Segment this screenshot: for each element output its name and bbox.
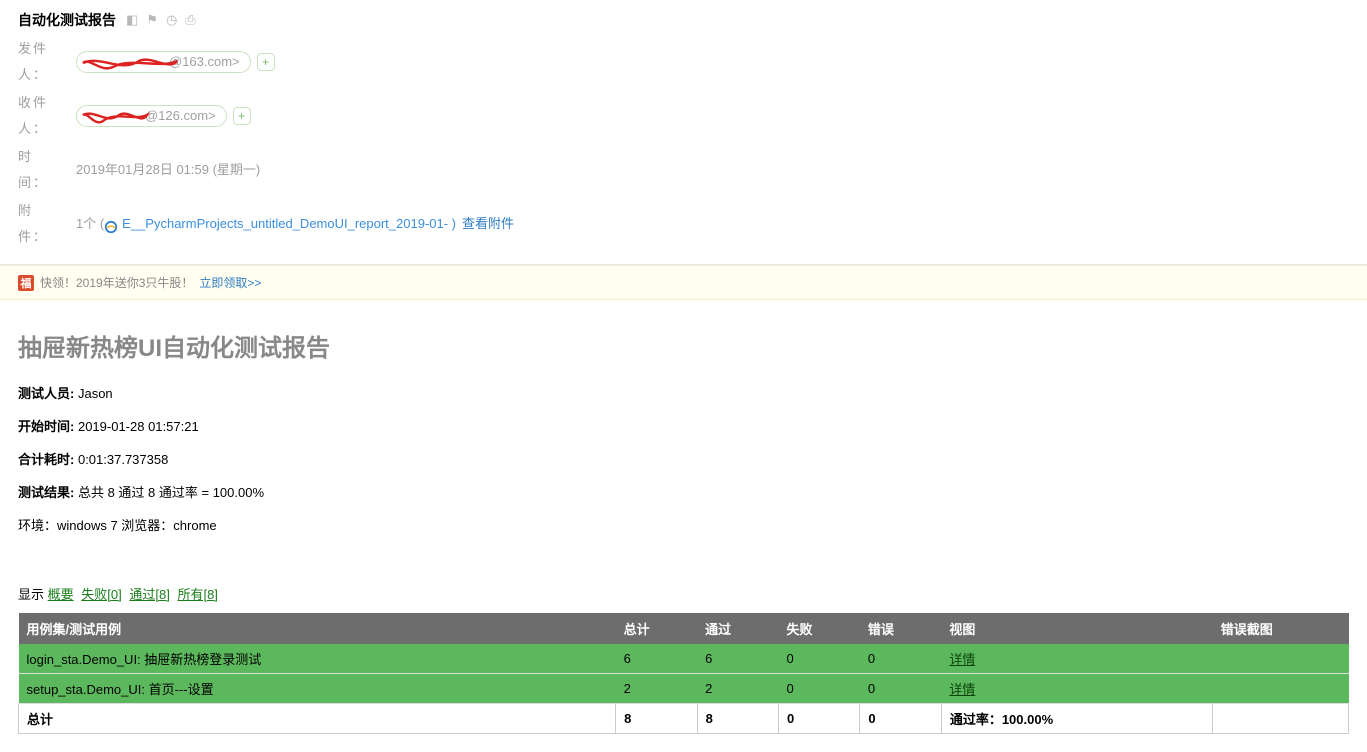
- table-total-row: 总计 8 8 0 0 通过率：100.00%: [19, 704, 1349, 734]
- tester-line: 测试人员: Jason: [18, 383, 1349, 402]
- table-row: login_sta.Demo_UI: 抽屉新热榜登录测试 6 6 0 0 详情: [19, 644, 1349, 674]
- cell-pass: 2: [697, 674, 778, 704]
- cell-error: 0: [860, 674, 941, 704]
- redacted-from: [87, 55, 167, 70]
- detail-link[interactable]: 详情: [949, 652, 975, 667]
- total-shot: [1213, 704, 1349, 734]
- total-pass: 8: [697, 704, 778, 734]
- filter-row: 显示 概要 失败[0] 通过[8] 所有[8]: [18, 584, 1349, 603]
- time-row: 时 间： 2019年01月28日 01:59 (星期一): [18, 144, 1349, 196]
- from-row: 发件人： @163.com> +: [18, 36, 1349, 88]
- env-line: 环境：windows 7 浏览器：chrome: [18, 515, 1349, 534]
- to-label: 收件人：: [18, 90, 76, 142]
- start-line: 开始时间: 2019-01-28 01:57:21: [18, 416, 1349, 435]
- th-error: 错误: [860, 613, 941, 644]
- result-value: 总共 8 通过 8 通过率 = 100.00%: [78, 485, 264, 500]
- start-label: 开始时间:: [18, 419, 74, 434]
- add-contact-from[interactable]: +: [257, 53, 275, 71]
- cell-view: 详情: [941, 674, 1212, 704]
- time-value: 2019年01月28日 01:59 (星期一): [76, 157, 260, 183]
- cell-fail: 0: [778, 674, 859, 704]
- report-title: 抽屉新热榜UI自动化测试报告: [18, 328, 1349, 363]
- subject-icons: ◧ ⚑ ◷ ⎙: [126, 12, 196, 28]
- table-header-row: 用例集/测试用例 总计 通过 失败 错误 视图 错误截图: [19, 613, 1349, 644]
- filter-fail[interactable]: 失败[0]: [81, 587, 121, 602]
- redacted-to: [87, 109, 143, 124]
- cell-total: 2: [616, 674, 697, 704]
- from-label: 发件人：: [18, 36, 76, 88]
- total-total: 8: [616, 704, 697, 734]
- detail-link[interactable]: 详情: [949, 682, 975, 697]
- cell-case: setup_sta.Demo_UI: 首页---设置: [19, 674, 616, 704]
- duration-line: 合计耗时: 0:01:37.737358: [18, 449, 1349, 468]
- attach-name[interactable]: E__PycharmProjects_untitled_DemoUI_repor…: [122, 211, 456, 237]
- clock-icon[interactable]: ◷: [166, 12, 177, 28]
- email-subject: 自动化测试报告: [18, 10, 116, 30]
- total-error: 0: [860, 704, 941, 734]
- result-label: 测试结果:: [18, 485, 74, 500]
- start-value: 2019-01-28 01:57:21: [78, 419, 199, 434]
- cell-pass: 6: [697, 644, 778, 674]
- filter-show: 显示: [18, 587, 44, 602]
- tester-value: Jason: [78, 386, 113, 401]
- to-domain: @126.com>: [145, 103, 216, 129]
- cell-shot: [1213, 674, 1349, 704]
- flag-icon[interactable]: ⚑: [146, 12, 158, 28]
- th-shot: 错误截图: [1213, 613, 1349, 644]
- cell-case: login_sta.Demo_UI: 抽屉新热榜登录测试: [19, 644, 616, 674]
- print-icon[interactable]: ⎙: [185, 12, 195, 28]
- promo-text: 快领！2019年送你3只牛股！: [40, 274, 193, 291]
- ie-icon: [104, 217, 118, 231]
- total-fail: 0: [778, 704, 859, 734]
- from-chip[interactable]: @163.com>: [76, 51, 251, 73]
- total-label: 总计: [19, 704, 616, 734]
- th-total: 总计: [616, 613, 697, 644]
- cell-view: 详情: [941, 644, 1212, 674]
- attach-label: 附 件：: [18, 198, 76, 250]
- promo-link[interactable]: 立即领取>>: [199, 274, 261, 291]
- bookmark-icon[interactable]: ◧: [126, 12, 138, 28]
- result-table: 用例集/测试用例 总计 通过 失败 错误 视图 错误截图 login_sta.D…: [18, 613, 1349, 734]
- duration-label: 合计耗时:: [18, 452, 74, 467]
- add-contact-to[interactable]: +: [233, 107, 251, 125]
- to-row: 收件人： @126.com> +: [18, 90, 1349, 142]
- promo-icon: 福: [18, 275, 34, 291]
- filter-all[interactable]: 所有[8]: [177, 587, 217, 602]
- attach-view[interactable]: 查看附件: [462, 211, 514, 237]
- filter-summary[interactable]: 概要: [48, 587, 74, 602]
- table-row: setup_sta.Demo_UI: 首页---设置 2 2 0 0 详情: [19, 674, 1349, 704]
- filter-pass[interactable]: 通过[8]: [129, 587, 169, 602]
- cell-fail: 0: [778, 644, 859, 674]
- time-label: 时 间：: [18, 144, 76, 196]
- th-case: 用例集/测试用例: [19, 613, 616, 644]
- cell-shot: [1213, 644, 1349, 674]
- attach-row: 附 件： 1个 ( E__PycharmProjects_untitled_De…: [18, 198, 1349, 250]
- result-line: 测试结果: 总共 8 通过 8 通过率 = 100.00%: [18, 482, 1349, 501]
- attach-count: 1个 (: [76, 211, 104, 237]
- total-rate: 通过率：100.00%: [941, 704, 1212, 734]
- cell-total: 6: [616, 644, 697, 674]
- to-chip[interactable]: @126.com>: [76, 105, 227, 127]
- th-fail: 失败: [778, 613, 859, 644]
- promo-bar: 福 快领！2019年送你3只牛股！ 立即领取>>: [0, 265, 1367, 300]
- cell-error: 0: [860, 644, 941, 674]
- report-body: 抽屉新热榜UI自动化测试报告 测试人员: Jason 开始时间: 2019-01…: [0, 300, 1367, 752]
- duration-value: 0:01:37.737358: [78, 452, 168, 467]
- subject-row: 自动化测试报告 ◧ ⚑ ◷ ⎙: [18, 10, 1349, 30]
- th-view: 视图: [941, 613, 1212, 644]
- tester-label: 测试人员:: [18, 386, 74, 401]
- th-pass: 通过: [697, 613, 778, 644]
- email-header: 自动化测试报告 ◧ ⚑ ◷ ⎙ 发件人： @163.com> + 收件人： @1…: [0, 0, 1367, 265]
